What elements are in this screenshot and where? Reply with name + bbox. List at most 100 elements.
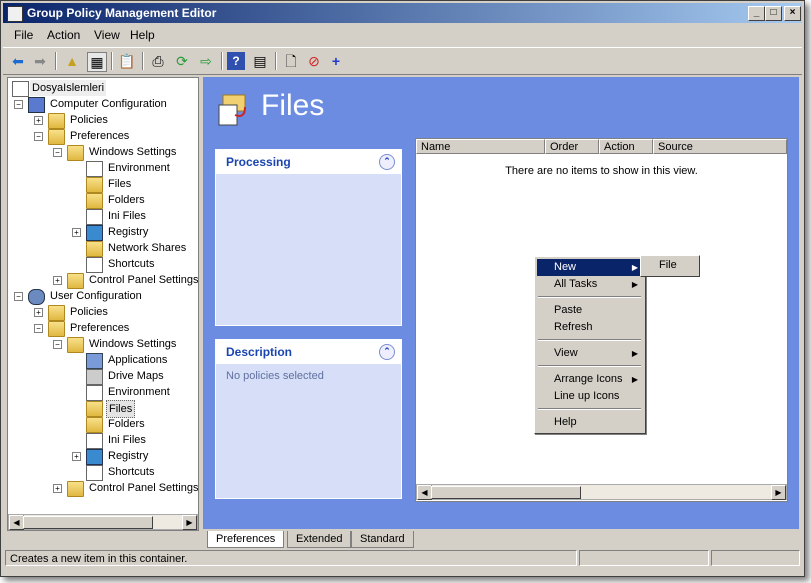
column-header-order[interactable]: Order <box>545 139 599 154</box>
files-icon <box>86 401 103 417</box>
scroll-right-icon[interactable]: ▶ <box>771 485 786 500</box>
empty-message: There are no items to show in this view. <box>505 165 698 177</box>
collapse-icon[interactable]: − <box>53 148 62 157</box>
clipboard-icon[interactable]: 📋 <box>118 52 136 70</box>
show-tree-icon[interactable]: ▦ <box>87 52 107 72</box>
menu-item-refresh[interactable]: Refresh <box>537 319 643 336</box>
column-header-source[interactable]: Source <box>653 139 787 154</box>
description-header: Description ⌃ <box>216 340 401 364</box>
submenu-item-file[interactable]: File <box>659 259 677 271</box>
collapse-chevron-icon[interactable]: ⌃ <box>379 344 395 360</box>
close-button[interactable]: × <box>784 6 801 21</box>
stop-icon[interactable]: ⊘ <box>305 52 323 70</box>
collapse-icon[interactable]: − <box>34 132 43 141</box>
title-bar: Group Policy Management Editor _ □ × <box>3 3 802 23</box>
shortcut-icon <box>86 257 103 273</box>
scroll-left-icon[interactable]: ◀ <box>9 515 24 530</box>
status-text: Creates a new item in this container. <box>5 550 577 566</box>
forward-arrow-icon[interactable]: ➡ <box>31 52 49 70</box>
up-folder-icon[interactable]: ▲ <box>63 52 81 70</box>
scroll-thumb[interactable] <box>23 516 153 529</box>
description-panel: Description ⌃ No policies selected <box>215 339 402 499</box>
submenu-arrow-icon: ▶ <box>631 349 638 358</box>
expand-icon[interactable]: + <box>34 116 43 125</box>
menu-item-all-tasks[interactable]: All Tasks ▶ <box>537 276 643 293</box>
menu-item-paste[interactable]: Paste <box>537 302 643 319</box>
print-icon[interactable]: ⎙ <box>149 52 167 70</box>
minimize-button[interactable]: _ <box>748 6 765 21</box>
expand-icon[interactable]: + <box>53 484 62 493</box>
folder-icon <box>48 305 65 321</box>
menu-bar: File Action View Help <box>3 25 802 45</box>
collapse-icon[interactable]: − <box>34 324 43 333</box>
expand-icon[interactable]: + <box>72 228 81 237</box>
drive-map-icon <box>86 369 103 385</box>
app-icon <box>7 6 23 22</box>
description-text: No policies selected <box>226 370 324 382</box>
details-pane: Files Processing ⌃ Description ⌃ No poli… <box>203 77 799 529</box>
gpo-icon <box>12 81 29 97</box>
menu-item-help[interactable]: Help <box>537 414 643 431</box>
submenu-arrow-icon: ▶ <box>631 263 638 272</box>
tab-extended[interactable]: Extended <box>287 531 352 548</box>
status-bar: Creates a new item in this container. <box>3 550 802 568</box>
status-pane-3 <box>711 550 800 566</box>
ini-file-icon <box>86 433 103 449</box>
new-submenu: File <box>640 255 700 277</box>
maximize-button[interactable]: □ <box>765 6 782 21</box>
scroll-right-icon[interactable]: ▶ <box>182 515 197 530</box>
collapse-icon[interactable]: − <box>53 340 62 349</box>
menu-item-view[interactable]: View ▶ <box>537 345 643 362</box>
window-title: Group Policy Management Editor <box>27 6 217 20</box>
tree-horizontal-scrollbar[interactable]: ◀ ▶ <box>8 514 198 530</box>
column-header-name[interactable]: Name <box>416 139 545 154</box>
tab-preferences[interactable]: Preferences <box>207 531 285 548</box>
control-panel-icon <box>67 481 84 497</box>
folder-icon <box>67 337 84 353</box>
collapse-chevron-icon[interactable]: ⌃ <box>379 154 395 170</box>
refresh-icon[interactable]: ⟳ <box>173 52 191 70</box>
ini-file-icon <box>86 209 103 225</box>
folder-icon <box>48 113 65 129</box>
shortcut-icon <box>86 465 103 481</box>
menu-action[interactable]: Action <box>47 28 80 42</box>
help-icon[interactable]: ? <box>227 52 245 70</box>
submenu-arrow-icon: ▶ <box>631 280 638 289</box>
new-document-icon[interactable]: 🗋 <box>282 52 300 70</box>
column-header-action[interactable]: Action <box>599 139 653 154</box>
menu-file[interactable]: File <box>14 28 33 42</box>
folder-icon <box>86 193 103 209</box>
back-arrow-icon[interactable]: ⬅ <box>9 52 27 70</box>
menu-item-arrange-icons[interactable]: Arrange Icons ▶ <box>537 371 643 388</box>
expand-icon[interactable]: + <box>34 308 43 317</box>
applications-icon <box>86 353 103 369</box>
expand-icon[interactable]: + <box>53 276 62 285</box>
list-horizontal-scrollbar[interactable]: ◀ ▶ <box>416 484 787 500</box>
page-title: Files <box>261 89 325 122</box>
add-icon[interactable]: + <box>327 52 345 70</box>
environment-icon <box>86 161 103 177</box>
folder-icon <box>67 145 84 161</box>
collapse-icon[interactable]: − <box>14 292 23 301</box>
export-icon[interactable]: ⇨ <box>197 52 215 70</box>
collapse-icon[interactable]: − <box>14 100 23 109</box>
properties-icon[interactable]: ▤ <box>251 52 269 70</box>
files-icon <box>86 177 103 193</box>
menu-view[interactable]: View <box>94 28 120 42</box>
expand-icon[interactable]: + <box>72 452 81 461</box>
menu-item-line-up-icons[interactable]: Line up Icons <box>537 388 643 405</box>
tab-standard[interactable]: Standard <box>351 531 414 548</box>
registry-icon <box>86 449 103 465</box>
view-tabs: Preferences Extended Standard <box>203 531 799 549</box>
network-share-icon <box>86 241 103 257</box>
folder-icon <box>48 129 65 145</box>
menu-help[interactable]: Help <box>130 28 155 42</box>
menu-item-new[interactable]: New ▶ <box>537 259 643 276</box>
app-window: Group Policy Management Editor _ □ × Fil… <box>0 0 805 577</box>
scroll-thumb[interactable] <box>431 486 581 499</box>
submenu-arrow-icon: ▶ <box>631 375 638 384</box>
processing-panel: Processing ⌃ <box>215 149 402 326</box>
scroll-left-icon[interactable]: ◀ <box>417 485 432 500</box>
processing-header: Processing ⌃ <box>216 150 401 174</box>
folder-icon <box>86 417 103 433</box>
